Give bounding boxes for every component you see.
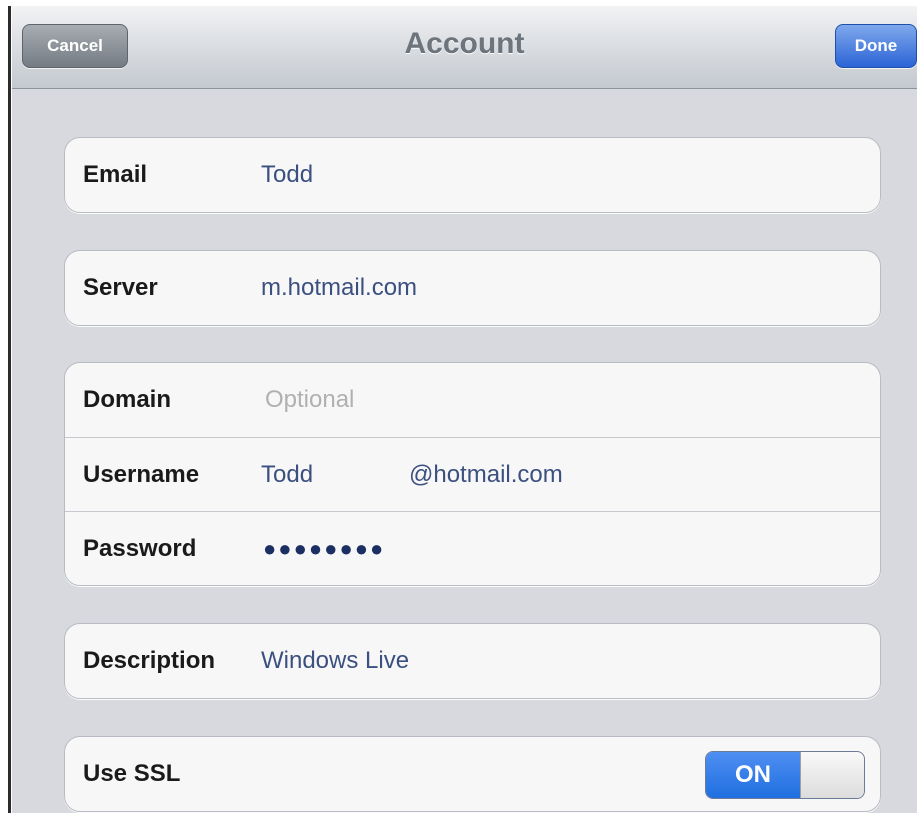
description-row[interactable]: Description Windows Live [65,624,880,698]
description-field[interactable]: Windows Live [261,624,409,698]
username-field[interactable]: Todd [261,438,313,512]
ssl-toggle-on-label: ON [706,752,800,798]
server-row[interactable]: Server m.hotmail.com [65,251,880,325]
email-group: Email Todd [64,137,881,213]
navigation-bar: Cancel Account Done [12,6,917,89]
screen-left-edge [8,6,11,813]
username-row[interactable]: Username Todd @hotmail.com [65,437,880,511]
account-settings-screen: Cancel Account Done Email Todd Server m.… [12,6,917,813]
page-title: Account [404,27,525,60]
ssl-toggle[interactable]: ON [705,751,865,799]
email-row[interactable]: Email Todd [65,138,880,212]
email-label: Email [83,161,148,188]
description-group: Description Windows Live [64,623,881,699]
password-label: Password [83,535,197,562]
server-label: Server [83,274,158,301]
server-field[interactable]: m.hotmail.com [261,251,417,325]
description-label: Description [83,647,216,674]
ssl-row: Use SSL ON [65,737,880,811]
credentials-group: Domain Optional Username Todd @hotmail.c… [64,362,881,586]
done-button[interactable]: Done [835,24,917,68]
domain-label: Domain [83,386,172,413]
password-row[interactable]: Password ●●●●●●●● [65,511,880,585]
server-group: Server m.hotmail.com [64,250,881,326]
password-field[interactable]: ●●●●●●●● [263,512,385,585]
domain-field[interactable]: Optional [265,363,354,437]
ssl-group: Use SSL ON [64,736,881,812]
domain-row[interactable]: Domain Optional [65,363,880,437]
ssl-label: Use SSL [83,760,181,787]
username-label: Username [83,461,200,488]
username-domain-suffix: @hotmail.com [409,461,563,488]
ssl-toggle-knob[interactable] [800,752,864,798]
email-field[interactable]: Todd [261,138,313,212]
